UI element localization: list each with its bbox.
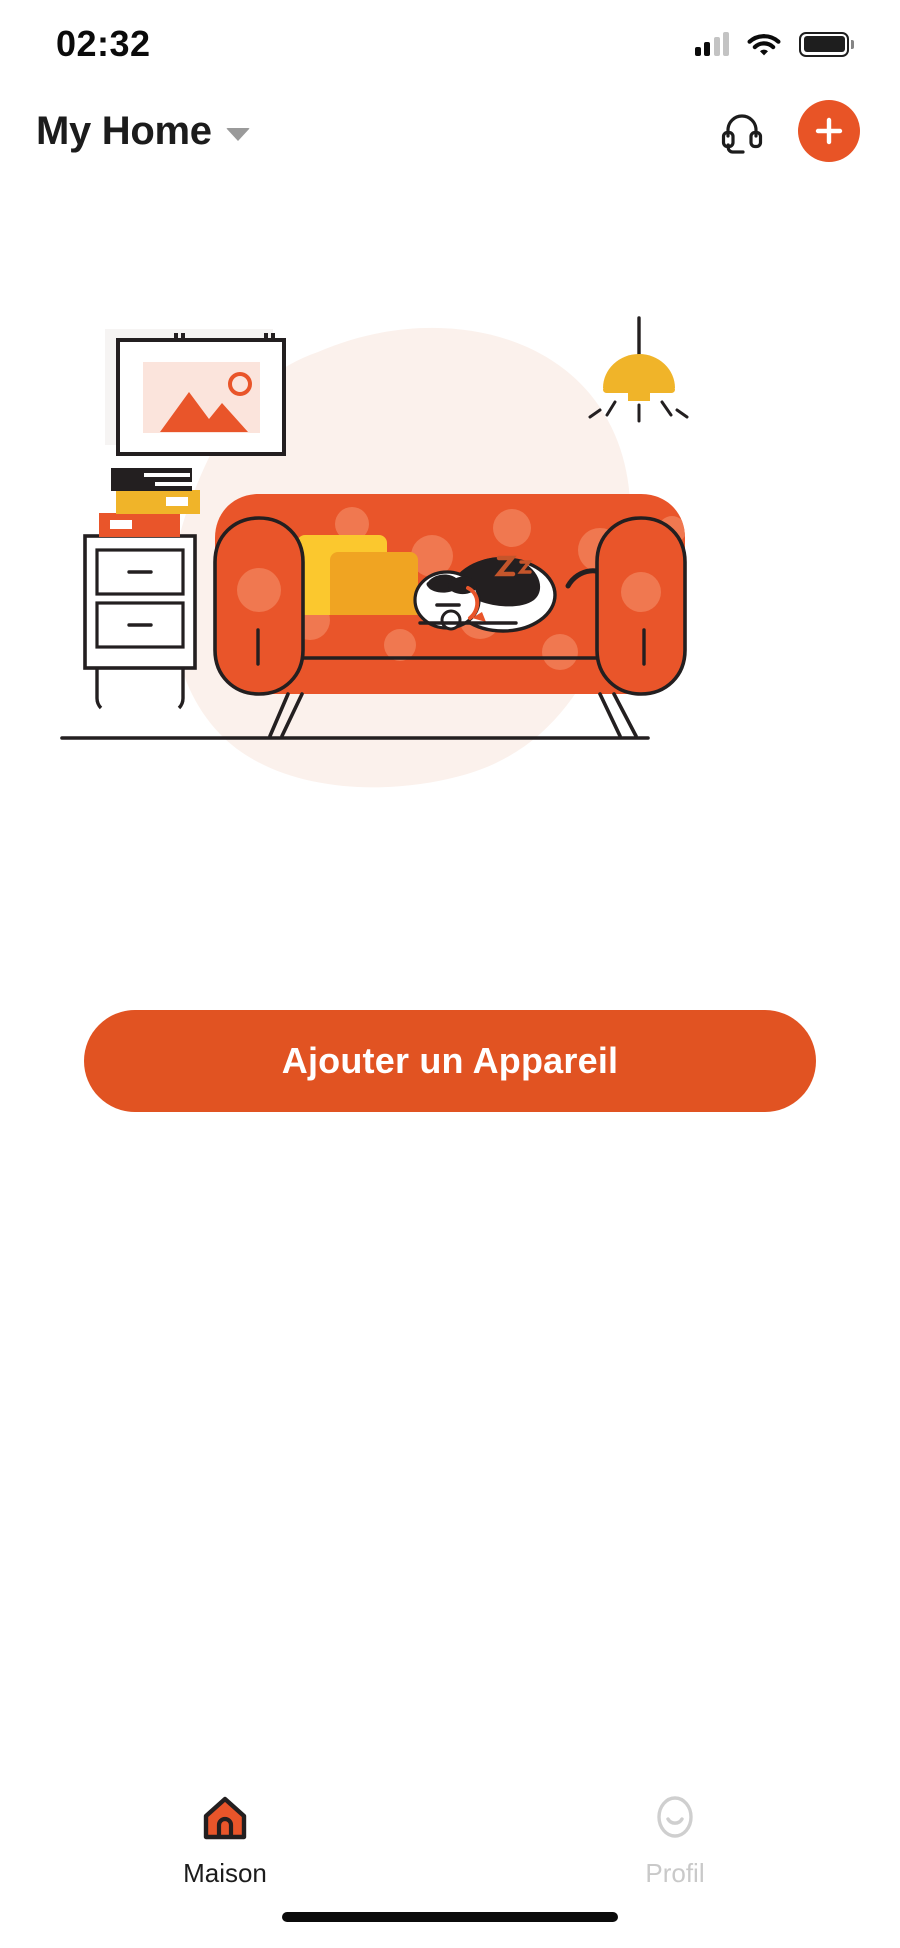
status-time: 02:32 — [56, 23, 151, 64]
add-device-fab[interactable] — [798, 100, 860, 162]
status-bar: 02:32 — [0, 0, 900, 88]
living-room-svg — [60, 316, 689, 788]
nav-item-maison[interactable]: Maison — [0, 1792, 450, 1889]
nav-label-profil: Profil — [645, 1858, 705, 1888]
headset-support-icon — [721, 114, 763, 154]
nav-label-maison: Maison — [183, 1858, 267, 1888]
nav-item-profil[interactable]: Profil — [450, 1792, 900, 1889]
status-icons — [694, 31, 854, 57]
app-screen: 02:32 My Home Ajouter un Appareil Maison… — [0, 0, 900, 1948]
wifi-icon — [747, 33, 781, 55]
app-header: My Home — [0, 88, 900, 174]
cellular-signal-icon — [694, 32, 729, 56]
nightstand — [83, 534, 197, 710]
support-button[interactable] — [716, 105, 768, 157]
chevron-down-icon — [225, 127, 250, 141]
page-title: My Home — [36, 108, 212, 153]
header-actions — [716, 100, 860, 162]
profile-face-icon — [657, 1796, 693, 1838]
plus-icon — [815, 117, 843, 145]
battery-full-icon — [799, 31, 854, 57]
home-selector[interactable]: My Home — [36, 109, 250, 154]
bottom-navigation: Maison Profil — [0, 1778, 900, 1948]
pendant-lamp — [588, 316, 689, 423]
cta-container: Ajouter un Appareil — [0, 1010, 900, 1112]
empty-living-room-illustration — [0, 300, 900, 920]
home-icon — [203, 1796, 247, 1840]
add-device-button[interactable]: Ajouter un Appareil — [84, 1010, 816, 1112]
home-indicator[interactable] — [282, 1912, 618, 1922]
wall-picture-frame — [105, 329, 286, 456]
